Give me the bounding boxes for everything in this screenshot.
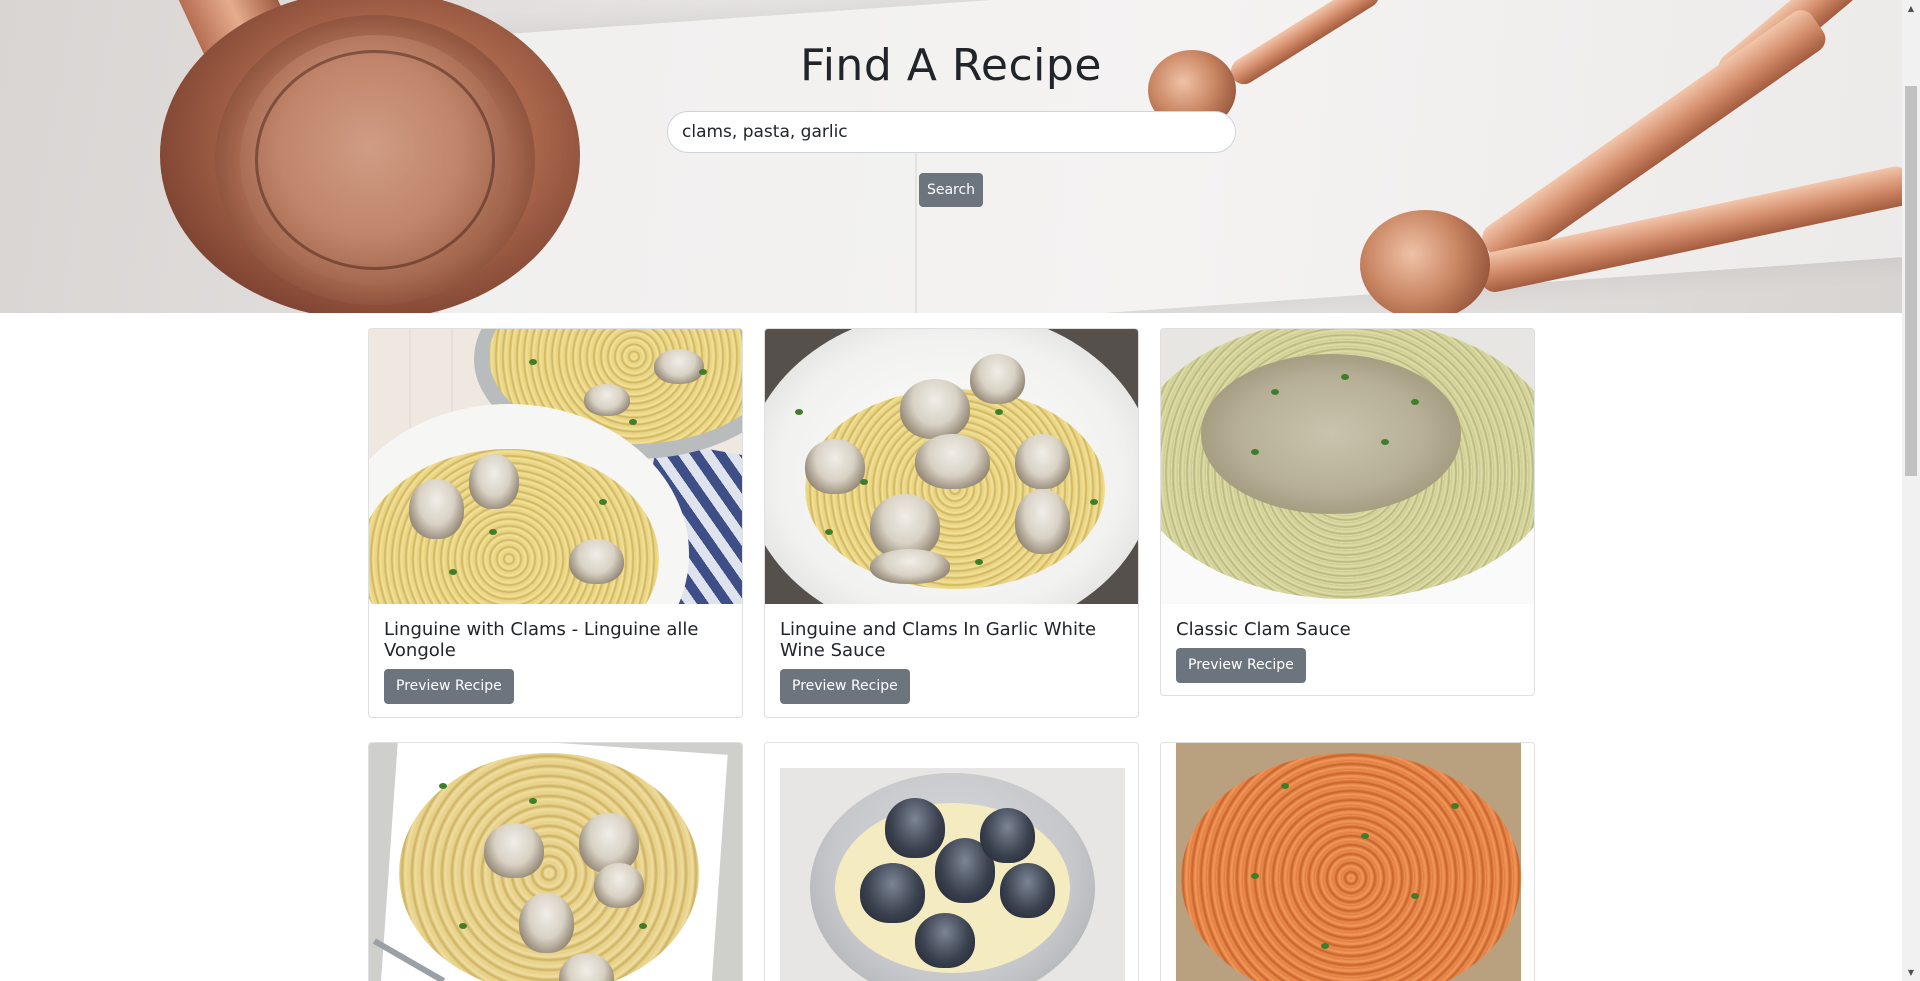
recipe-card	[764, 742, 1139, 981]
recipe-image[interactable]	[369, 329, 742, 604]
recipe-image[interactable]	[1161, 743, 1534, 981]
scroll-down-icon[interactable]: ▼	[1902, 964, 1920, 981]
scrollbar-thumb[interactable]	[1905, 86, 1917, 476]
recipe-image[interactable]	[369, 743, 742, 981]
preview-recipe-button[interactable]: Preview Recipe	[780, 669, 910, 704]
recipe-image[interactable]	[765, 329, 1138, 604]
measuring-spoon-large	[1360, 210, 1490, 313]
recipe-title[interactable]: Linguine and Clams In Garlic White Wine …	[780, 619, 1123, 661]
hero-paper-seam	[915, 140, 917, 313]
page-title: Find A Recipe	[800, 40, 1102, 91]
scroll-up-icon[interactable]: ▲	[1902, 0, 1920, 17]
search-button[interactable]: Search	[919, 173, 983, 207]
recipe-title[interactable]: Linguine with Clams - Linguine alle Vong…	[384, 619, 727, 661]
preview-recipe-button[interactable]: Preview Recipe	[1176, 648, 1306, 683]
recipe-image[interactable]	[1161, 329, 1534, 604]
recipe-title[interactable]: Classic Clam Sauce	[1176, 619, 1519, 640]
preview-recipe-button[interactable]: Preview Recipe	[384, 669, 514, 704]
recipe-card: Linguine with Clams - Linguine alle Vong…	[368, 328, 743, 718]
recipe-card: Linguine and Clams In Garlic White Wine …	[764, 328, 1139, 718]
recipe-card	[1160, 742, 1535, 981]
recipe-image[interactable]	[765, 743, 1138, 981]
recipe-card: Classic Clam Sauce Preview Recipe	[1160, 328, 1535, 696]
search-input[interactable]	[667, 111, 1236, 153]
recipe-card	[368, 742, 743, 981]
hero-banner: Find A Recipe	[0, 0, 1902, 313]
